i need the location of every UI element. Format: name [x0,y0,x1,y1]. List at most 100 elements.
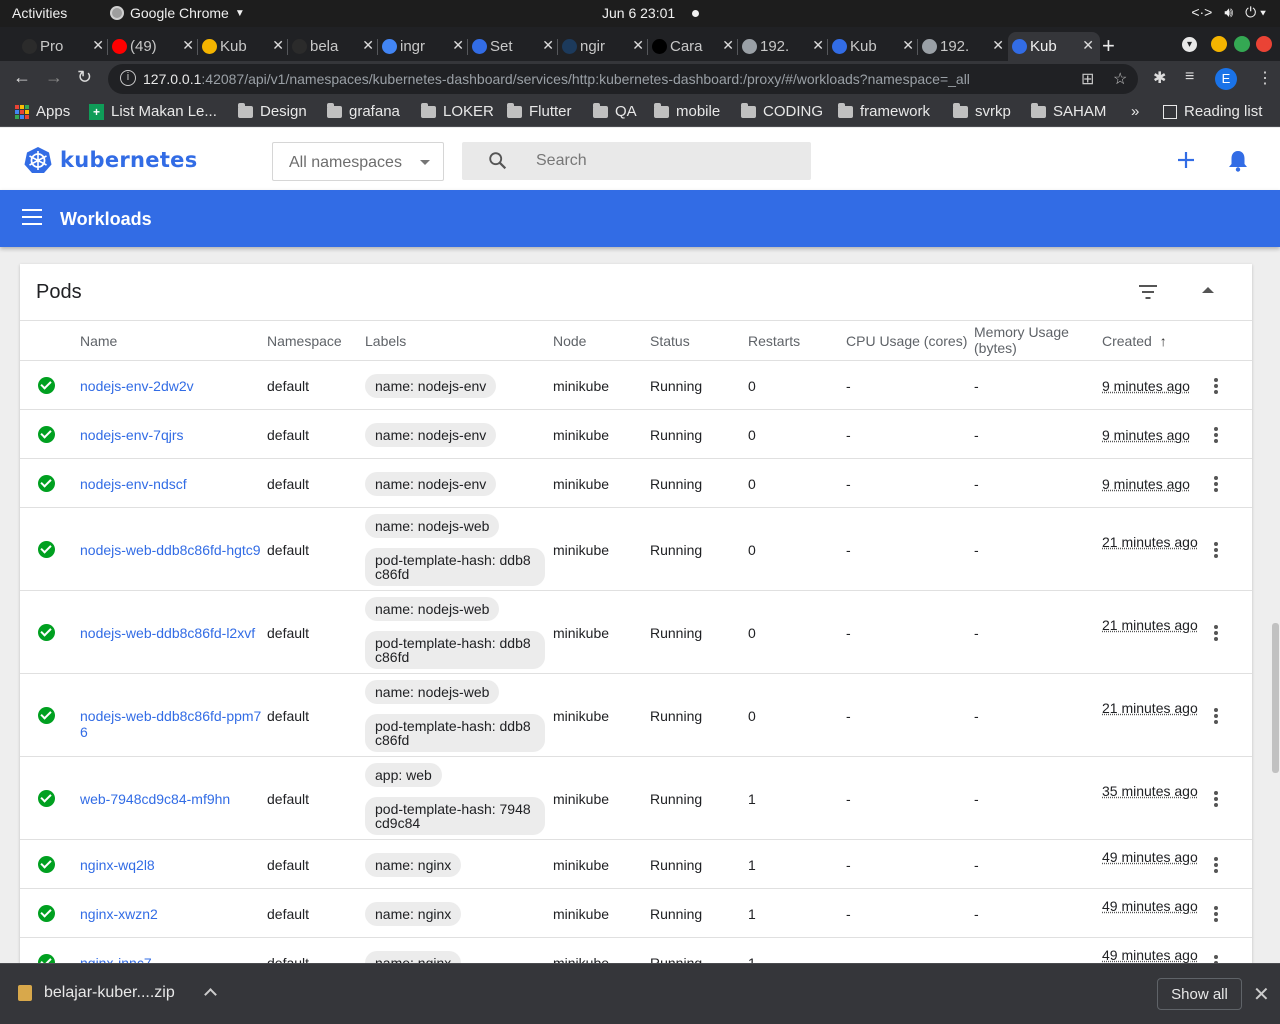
translate-icon[interactable]: ⊞ [1081,69,1094,89]
more-actions-icon[interactable] [1214,475,1218,492]
browser-tab[interactable]: Kub ✕ [1008,32,1100,61]
new-tab-button[interactable]: + [1102,33,1115,59]
more-actions-icon[interactable] [1214,377,1218,394]
app-menu[interactable]: Google Chrome ▼ [110,5,245,21]
browser-tab[interactable]: ngir ✕ [558,32,650,61]
url-text[interactable]: 127.0.0.1:42087/api/v1/namespaces/kubern… [143,71,970,87]
pod-name-link[interactable]: nginx-wq2l8 [80,857,260,873]
browser-tab[interactable]: Cara ✕ [648,32,740,61]
tab-close-icon[interactable]: ✕ [1082,37,1094,54]
pod-name-link[interactable]: nodejs-env-7qjrs [80,427,260,443]
download-item[interactable]: belajar-kuber....zip [18,984,175,1002]
pod-name-link[interactable]: web-7948cd9c84-mf9hn [80,791,260,807]
tab-close-icon[interactable]: ✕ [182,37,194,54]
tab-close-icon[interactable]: ✕ [362,37,374,54]
more-actions-icon[interactable] [1214,707,1218,724]
tab-search-icon[interactable]: ▾ [1182,37,1197,52]
column-header-restarts[interactable]: Restarts [748,333,800,349]
clock[interactable]: Jun 6 23:01 [602,5,675,21]
bookmark-folder[interactable]: Design [238,102,307,120]
tab-close-icon[interactable]: ✕ [542,37,554,54]
table-row[interactable]: nodejs-web-ddb8c86fd-l2xvf default minikub… [20,591,1252,674]
pod-created-time[interactable]: 21 minutes ago [1102,534,1202,550]
column-header-name[interactable]: Name [80,333,117,349]
pod-name-link[interactable]: nodejs-web-ddb8c86fd-hgtc9 [80,542,266,558]
reload-icon[interactable]: ↻ [77,67,92,88]
maximize-button[interactable] [1234,36,1250,52]
more-actions-icon[interactable] [1214,426,1218,443]
browser-tab[interactable]: bela ✕ [288,32,380,61]
column-header-node[interactable]: Node [553,333,586,349]
table-row[interactable]: nodejs-web-ddb8c86fd-hgtc9 default minikub… [20,508,1252,591]
profile-avatar[interactable]: E [1215,68,1237,90]
tab-close-icon[interactable]: ✕ [92,37,104,54]
more-actions-icon[interactable] [1214,790,1218,807]
pod-name-link[interactable]: nginx-xwzn2 [80,906,260,922]
table-row[interactable]: nodejs-web-ddb8c86fd-ppm76 default minikub… [20,674,1252,757]
bookmark-folder[interactable]: SAHAM [1031,102,1106,120]
minimize-button[interactable] [1211,36,1227,52]
browser-tab[interactable]: 192. ✕ [918,32,1010,61]
column-header-status[interactable]: Status [650,333,690,349]
pod-created-time[interactable]: 49 minutes ago [1102,849,1202,865]
search-bar[interactable] [462,142,811,180]
bookmark-item[interactable]: + List Makan Le... [89,103,217,120]
column-header-namespace[interactable]: Namespace [267,333,342,349]
pod-created-time[interactable]: 9 minutes ago [1102,378,1202,394]
browser-tab[interactable]: (49) ✕ [108,32,200,61]
forward-icon[interactable]: → [45,67,63,88]
bookmark-folder[interactable]: Flutter [507,102,572,120]
namespace-selector[interactable]: All namespaces [272,142,444,181]
back-icon[interactable]: ← [13,67,31,88]
pod-name-link[interactable]: nodejs-web-ddb8c86fd-ppm76 [80,708,266,740]
bookmark-star-icon[interactable]: ☆ [1113,69,1127,89]
more-actions-icon[interactable] [1214,905,1218,922]
pod-created-time[interactable]: 9 minutes ago [1102,427,1202,443]
browser-tab[interactable]: 192. ✕ [738,32,830,61]
browser-tab[interactable]: Pro ✕ [18,32,110,61]
pod-created-time[interactable]: 49 minutes ago [1102,947,1202,963]
browser-tab[interactable]: ingr ✕ [378,32,470,61]
close-icon[interactable]: ✕ [1253,982,1270,1007]
activities-button[interactable]: Activities [12,5,67,21]
close-window-button[interactable] [1256,36,1272,52]
pod-created-time[interactable]: 49 minutes ago [1102,898,1202,914]
browser-menu-icon[interactable]: ⋮ [1257,68,1273,88]
more-actions-icon[interactable] [1214,624,1218,641]
create-resource-button[interactable] [1174,148,1198,172]
site-info-icon[interactable]: i [120,70,136,86]
pod-created-time[interactable]: 35 minutes ago [1102,783,1202,799]
table-row[interactable]: nginx-wq2l8 default minikube Running 1 - - name… [20,840,1252,889]
table-row[interactable]: nodejs-env-2dw2v default minikube Running 0 -… [20,361,1252,410]
bookmark-folder[interactable]: mobile [654,102,720,120]
bookmark-apps[interactable]: Apps [15,103,70,120]
tab-close-icon[interactable]: ✕ [722,37,734,54]
address-bar[interactable]: i 127.0.0.1:42087/api/v1/namespaces/kube… [108,64,1138,94]
collapse-arrow-icon[interactable] [1202,287,1214,293]
browser-tab[interactable]: Kub ✕ [198,32,290,61]
pod-created-time[interactable]: 9 minutes ago [1102,476,1202,492]
filter-icon[interactable] [1138,284,1158,300]
notifications-bell-icon[interactable] [1227,149,1249,173]
kubernetes-logo[interactable]: kubernetes [24,146,198,174]
more-bookmarks-icon[interactable]: » [1131,103,1139,120]
tab-close-icon[interactable]: ✕ [272,37,284,54]
browser-tab[interactable]: Set ✕ [468,32,560,61]
pod-name-link[interactable]: nodejs-env-ndscf [80,476,260,492]
show-all-button[interactable]: Show all [1157,978,1242,1010]
hamburger-menu-icon[interactable] [22,209,42,225]
media-control-icon[interactable]: ≡ [1185,68,1194,86]
more-actions-icon[interactable] [1214,856,1218,873]
column-header-created[interactable]: Created ↑ [1102,333,1167,349]
bookmark-folder[interactable]: svrkp [953,102,1011,120]
tab-close-icon[interactable]: ✕ [812,37,824,54]
system-tray[interactable]: <·> 🔊︎ ⏻ ▾ [1191,4,1266,21]
browser-tab[interactable]: Kub ✕ [828,32,920,61]
reading-list[interactable]: Reading list [1163,103,1262,120]
more-actions-icon[interactable] [1214,541,1218,558]
tab-close-icon[interactable]: ✕ [992,37,1004,54]
bookmark-folder[interactable]: grafana [327,102,400,120]
pod-created-time[interactable]: 21 minutes ago [1102,617,1202,633]
pod-name-link[interactable]: nodejs-web-ddb8c86fd-l2xvf [80,625,266,641]
extensions-icon[interactable]: ✱ [1153,68,1166,88]
